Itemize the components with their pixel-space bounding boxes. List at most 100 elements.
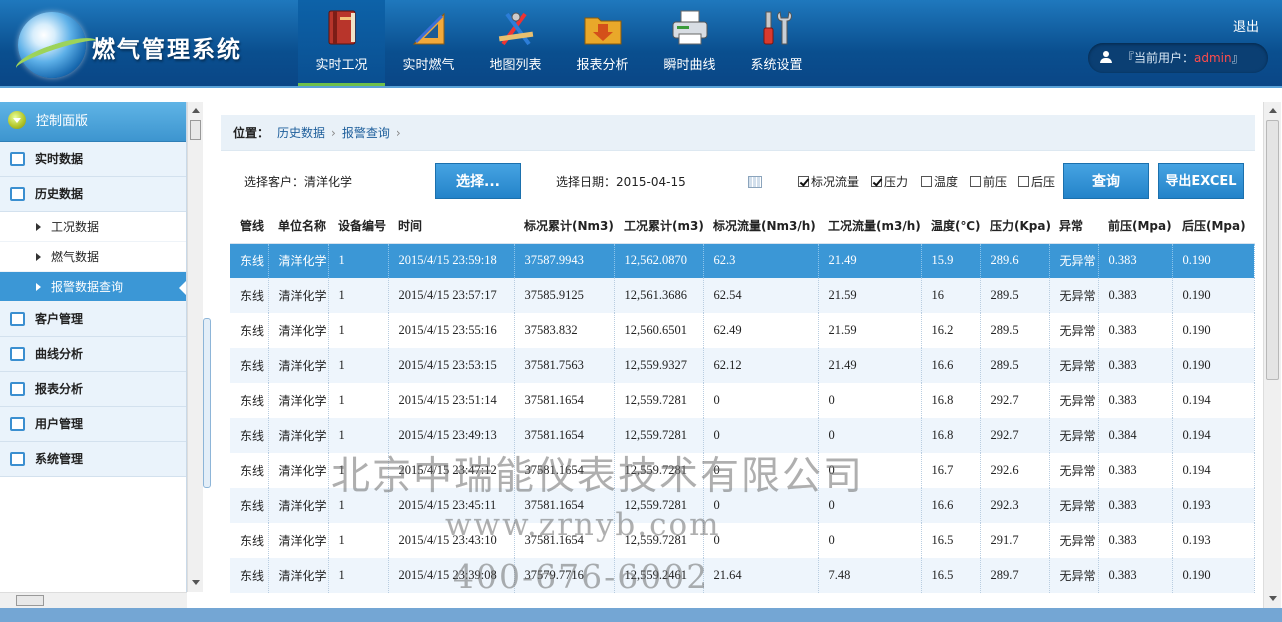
panel-splitter[interactable]: [203, 318, 211, 488]
table-row[interactable]: 东线 清洋化学 1 2015/4/15 23:59:18 37587.9943 12,56…: [230, 243, 1255, 278]
edit-icon: [10, 312, 25, 326]
sidebar-hscroll-thumb[interactable]: [16, 595, 44, 606]
calendar-icon: [10, 417, 25, 431]
table-cell: 0: [818, 383, 922, 418]
table-cell: 东线: [230, 558, 269, 593]
checkbox-icon[interactable]: [1018, 176, 1029, 187]
table-row[interactable]: 东线 清洋化学 1 2015/4/15 23:39:08 37579.7716 12,55…: [230, 558, 1255, 593]
main-scroll-thumb[interactable]: [1266, 120, 1279, 380]
nav-report-analysis[interactable]: 报表分析: [559, 0, 646, 86]
sidebar-hscrollbar[interactable]: [0, 592, 187, 608]
export-excel-button[interactable]: 导出EXCEL: [1158, 163, 1244, 199]
sidebar-item-customer-mgmt[interactable]: 客户管理: [0, 302, 186, 337]
check-std-flow[interactable]: 标况流量: [798, 173, 859, 190]
sidebar-item-curve-analysis[interactable]: 曲线分析: [0, 337, 186, 372]
sidebar-scroll-thumb[interactable]: [190, 120, 201, 140]
column-header: 设备编号: [328, 208, 388, 244]
column-header: 异常: [1049, 208, 1098, 244]
main-scrollbar[interactable]: [1263, 102, 1281, 608]
table-row[interactable]: 东线 清洋化学 1 2015/4/15 23:51:14 37581.1654 12,55…: [230, 383, 1255, 418]
table-cell: 2015/4/15 23:57:17: [388, 278, 515, 313]
table-cell: 7.48: [818, 558, 922, 593]
customer-label: 选择客户：清洋化学: [244, 175, 353, 189]
logout-link[interactable]: 退出: [1233, 16, 1259, 35]
nav-realtime-gas[interactable]: 实时燃气: [385, 0, 472, 86]
table-cell: 292.7: [980, 383, 1050, 418]
table-cell: 16.5: [921, 523, 981, 558]
nav-instant-curve[interactable]: 瞬时曲线: [646, 0, 733, 86]
sidebar-item-system-mgmt[interactable]: 系统管理: [0, 442, 186, 477]
bottom-bar: [0, 608, 1282, 622]
table-cell: 1: [328, 453, 389, 488]
nav-map-list[interactable]: 地图列表: [472, 0, 559, 86]
breadcrumb-sep: ›: [395, 126, 401, 140]
scroll-down-icon[interactable]: [192, 580, 200, 585]
nav-label: 报表分析: [576, 58, 629, 73]
table-row[interactable]: 东线 清洋化学 1 2015/4/15 23:47:12 37581.1654 12,55…: [230, 453, 1255, 488]
sidebar-item-label: 客户管理: [35, 312, 84, 326]
nav-realtime-condition[interactable]: 实时工况: [298, 0, 385, 86]
sidebar: 控制面版 实时数据 历史数据 工况数据 燃气数据 报警数据查询 客户管理 曲线分…: [0, 102, 187, 592]
table-cell: 0: [818, 523, 922, 558]
table-cell: 37581.1654: [514, 453, 615, 488]
nav-system-settings[interactable]: 系统设置: [733, 0, 820, 86]
breadcrumb-label: 位置：: [233, 126, 270, 140]
table-cell: 东线: [230, 523, 269, 558]
sidebar-item-history-data[interactable]: 历史数据: [0, 177, 186, 212]
sidebar-item-realtime-data[interactable]: 实时数据: [0, 142, 186, 177]
table-cell: 0: [818, 453, 922, 488]
table-cell: 0: [818, 418, 922, 453]
table-cell: 12,560.6501: [614, 313, 704, 348]
sidebar-sub-gas-data[interactable]: 燃气数据: [0, 242, 186, 272]
table-row[interactable]: 东线 清洋化学 1 2015/4/15 23:53:15 37581.7563 12,55…: [230, 348, 1255, 383]
query-button[interactable]: 查询: [1063, 163, 1149, 199]
sidebar-head[interactable]: 控制面版: [0, 102, 186, 142]
table-row[interactable]: 东线 清洋化学 1 2015/4/15 23:45:11 37581.1654 12,55…: [230, 488, 1255, 523]
scroll-up-icon[interactable]: [1269, 108, 1277, 113]
sidebar-sub-alarm-query[interactable]: 报警数据查询: [0, 272, 186, 302]
table-cell: 东线: [230, 453, 269, 488]
check-label: 标况流量: [811, 175, 860, 189]
sidebar-scrollbar[interactable]: [187, 102, 203, 592]
sidebar-item-report-analysis[interactable]: 报表分析: [0, 372, 186, 407]
sidebar-item-user-mgmt[interactable]: 用户管理: [0, 407, 186, 442]
scroll-up-icon[interactable]: [192, 108, 200, 113]
sidebar-sub-condition-data[interactable]: 工况数据: [0, 212, 186, 242]
table-cell: 12,562.0870: [614, 243, 704, 278]
table-cell: 清洋化学: [268, 488, 329, 523]
table-cell: 289.5: [980, 348, 1050, 383]
breadcrumb-alarm-query[interactable]: 报警查询: [342, 126, 390, 140]
checkbox-icon[interactable]: [921, 176, 932, 187]
check-back-pressure[interactable]: 后压: [1018, 173, 1055, 190]
column-header: 压力(Kpa): [980, 208, 1051, 244]
checkbox-icon[interactable]: [871, 176, 882, 187]
table-cell: 东线: [230, 278, 269, 313]
checkbox-icon[interactable]: [970, 176, 981, 187]
table-cell: 2015/4/15 23:51:14: [388, 383, 515, 418]
table-cell: 37579.7716: [514, 558, 615, 593]
table-cell: 292.6: [980, 453, 1050, 488]
table-row[interactable]: 东线 清洋化学 1 2015/4/15 23:55:16 37583.832 12,560…: [230, 313, 1255, 348]
checkbox-icon[interactable]: [798, 176, 809, 187]
table-cell: 21.64: [703, 558, 819, 593]
check-front-pressure[interactable]: 前压: [970, 173, 1007, 190]
scroll-down-icon[interactable]: [1269, 596, 1277, 601]
table-cell: 12,559.7281: [614, 488, 704, 523]
table-cell: 1: [328, 348, 389, 383]
table-cell: 东线: [230, 418, 269, 453]
check-pressure[interactable]: 压力: [871, 173, 908, 190]
calendar-picker-icon[interactable]: [748, 176, 762, 188]
table-row[interactable]: 东线 清洋化学 1 2015/4/15 23:49:13 37581.1654 12,55…: [230, 418, 1255, 453]
breadcrumb-history[interactable]: 历史数据: [277, 126, 325, 140]
table-cell: 清洋化学: [268, 278, 329, 313]
table-cell: 12,559.2461: [614, 558, 704, 593]
table-row[interactable]: 东线 清洋化学 1 2015/4/15 23:57:17 37585.9125 12,56…: [230, 278, 1255, 313]
table-row[interactable]: 东线 清洋化学 1 2015/4/15 23:43:10 37581.1654 12,55…: [230, 523, 1255, 558]
check-temperature[interactable]: 温度: [921, 173, 958, 190]
list-icon: [10, 152, 25, 166]
select-customer-button[interactable]: 选择...: [435, 163, 521, 199]
table-cell: 62.54: [703, 278, 819, 313]
top-nav: 实时工况 实时燃气 地图列表 报表分析 瞬时曲线 系统设置: [298, 0, 820, 86]
table-cell: 0.383: [1098, 558, 1173, 593]
table-cell: 62.49: [703, 313, 819, 348]
